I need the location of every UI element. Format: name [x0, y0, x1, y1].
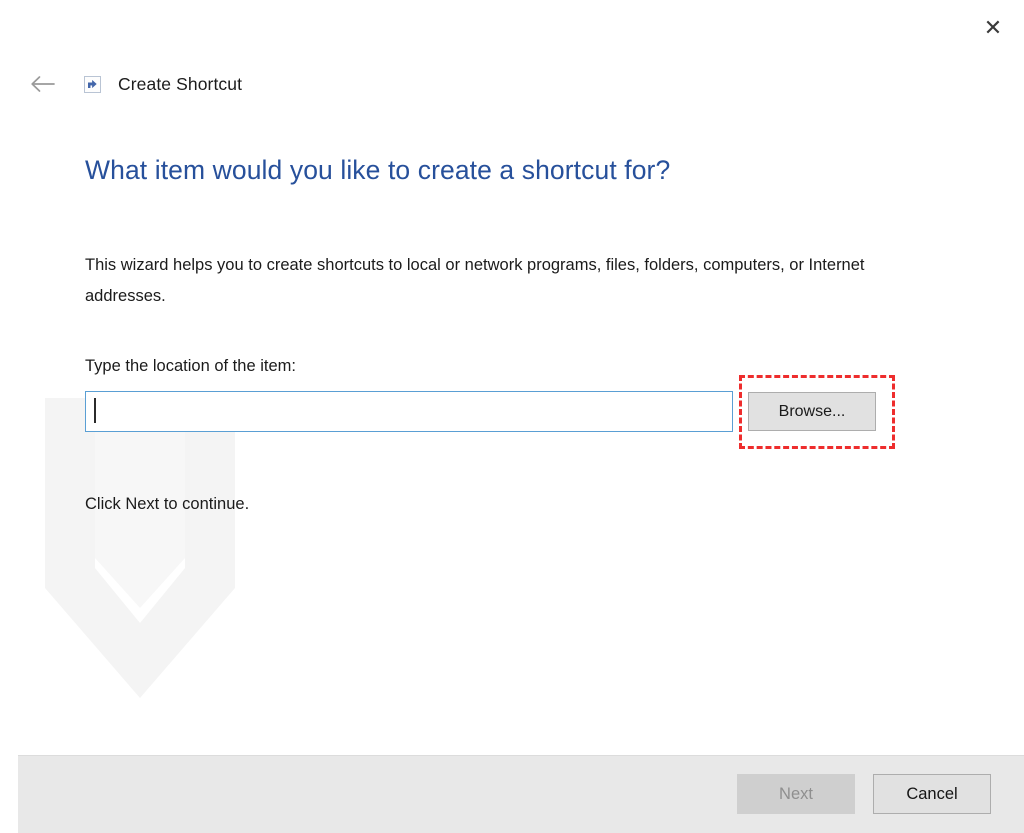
browse-button[interactable]: Browse... [748, 392, 876, 431]
cancel-button[interactable]: Cancel [873, 774, 991, 814]
page-heading: What item would you like to create a sho… [85, 155, 671, 185]
wizard-footer: Next Cancel [18, 755, 1024, 833]
intro-text: This wizard helps you to create shortcut… [85, 256, 865, 305]
next-button[interactable]: Next [737, 774, 855, 814]
text-caret [94, 398, 96, 423]
close-icon: ✕ [983, 16, 1003, 41]
window-title: Create Shortcut [118, 73, 243, 94]
footer-button-group: Next Cancel [737, 774, 991, 814]
location-label: Type the location of the item: [85, 357, 296, 375]
shortcut-icon [84, 75, 101, 93]
create-shortcut-wizard-window: ✕ Create Shortcut What item would you li… [0, 0, 1024, 833]
close-button[interactable]: ✕ [962, 0, 1024, 58]
back-button[interactable] [28, 69, 58, 99]
wizard-titlebar: Create Shortcut [0, 62, 1024, 106]
location-input[interactable] [85, 391, 733, 432]
back-arrow-icon [31, 76, 55, 92]
continue-instruction-text: Click Next to continue. [85, 495, 250, 513]
